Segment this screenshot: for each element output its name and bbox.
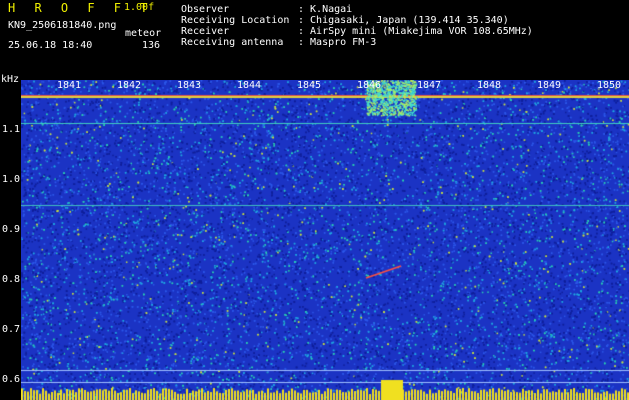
spectrogram-canvas bbox=[21, 80, 629, 400]
meta-label-antenna: Receiving antenna bbox=[181, 37, 284, 48]
y-tick: 0.9 bbox=[2, 224, 21, 235]
mode-label: meteor bbox=[125, 28, 162, 39]
x-tick: 1846 bbox=[357, 80, 382, 91]
count-label: 136 bbox=[142, 40, 161, 51]
app-version: 1.00f bbox=[124, 2, 155, 13]
meta-value-antenna: : Maspro FM-3 bbox=[298, 37, 377, 48]
file-name: KN9_2506181840.png bbox=[8, 20, 117, 31]
x-tick: 1850 bbox=[597, 80, 622, 91]
x-tick: 1845 bbox=[297, 80, 322, 91]
y-axis-unit: kHz bbox=[1, 74, 20, 85]
x-tick: 1842 bbox=[117, 80, 142, 91]
x-tick: 1849 bbox=[537, 80, 562, 91]
y-tick: 0.6 bbox=[2, 374, 21, 385]
x-tick: 1847 bbox=[417, 80, 442, 91]
y-tick: 0.8 bbox=[2, 274, 21, 285]
x-tick: 1848 bbox=[477, 80, 502, 91]
x-tick: 1841 bbox=[57, 80, 82, 91]
x-tick: 1843 bbox=[177, 80, 202, 91]
y-tick: 1.1 bbox=[2, 124, 21, 135]
y-tick: 0.7 bbox=[2, 324, 21, 335]
datetime-label: 25.06.18 18:40 bbox=[8, 40, 93, 51]
x-tick: 1844 bbox=[237, 80, 262, 91]
y-tick: 1.0 bbox=[2, 174, 21, 185]
hroft-window: H R O F F T 1.00f KN9_2506181840.png met… bbox=[0, 0, 629, 400]
spectrogram-plot bbox=[21, 80, 629, 400]
